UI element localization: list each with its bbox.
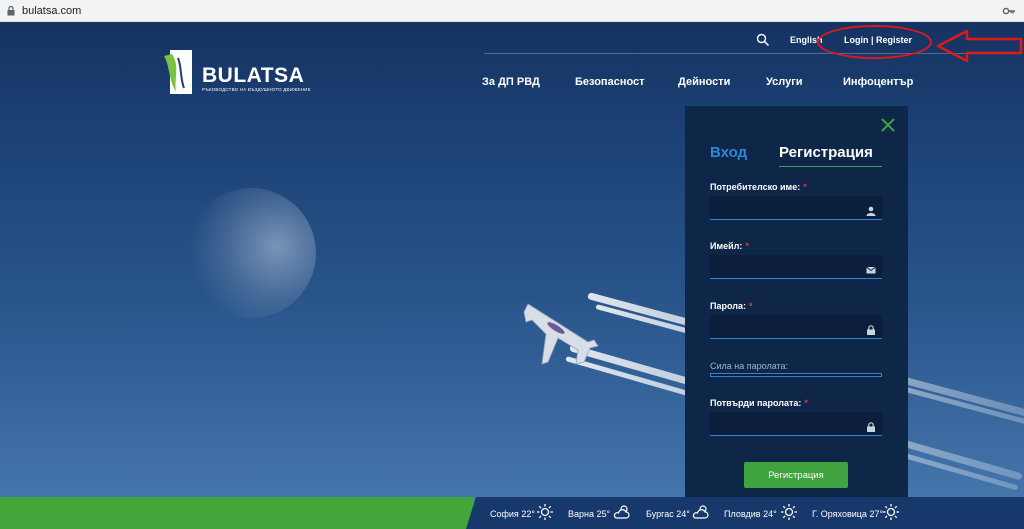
search-icon[interactable]: [756, 33, 772, 49]
weather-item: Г. Оряховица 27°: [812, 509, 884, 519]
email-label: Имейл: *: [710, 241, 749, 251]
logo-mark-icon: [164, 50, 192, 94]
logo-text: BULATSA: [202, 64, 305, 87]
envelope-icon: [866, 262, 876, 274]
bulatsa-logo[interactable]: BULATSA РЪКОВОДСТВО НА ВЪЗДУШНОТО ДВИЖЕН…: [160, 48, 320, 98]
confirm-password-label: Потвърди паролата: *: [710, 398, 808, 408]
lock-icon: [6, 5, 16, 16]
active-tab-underline: [779, 166, 882, 167]
close-icon[interactable]: [880, 117, 896, 133]
lock-icon: [866, 419, 876, 432]
logo-subtitle: РЪКОВОДСТВО НА ВЪЗДУШНОТО ДВИЖЕНИЕ: [202, 87, 311, 92]
email-field[interactable]: [710, 255, 882, 279]
nav-item-services[interactable]: Услуги: [766, 76, 803, 88]
sun-icon: [537, 504, 553, 520]
browser-address-bar: bulatsa.com: [0, 0, 1024, 22]
partly-cloudy-icon: [613, 505, 630, 519]
tab-login[interactable]: Вход: [710, 144, 747, 161]
weather-item: Варна 25°: [568, 509, 611, 519]
required-mark: *: [804, 398, 808, 408]
required-mark: *: [745, 241, 749, 251]
user-icon: [866, 203, 876, 216]
password-strength-meter: [710, 373, 882, 377]
nav-item-safety[interactable]: Безопасност: [575, 76, 645, 88]
annotation-arrow-icon: [936, 29, 1023, 63]
green-accent-bar: [0, 497, 474, 529]
moon-image: [186, 188, 316, 318]
nav-item-activities[interactable]: Дейности: [678, 76, 730, 88]
password-field[interactable]: [710, 315, 882, 339]
weather-item: Пловдив 24°: [724, 509, 777, 519]
sun-icon: [781, 504, 797, 520]
partly-cloudy-icon: [692, 505, 709, 519]
registration-panel: Вход Регистрация Потребителско име: * Име…: [685, 106, 908, 512]
username-label: Потребителско име: *: [710, 182, 807, 192]
weather-item: София 22°: [490, 509, 535, 519]
address-url[interactable]: bulatsa.com: [22, 5, 81, 17]
required-mark: *: [803, 182, 807, 192]
required-mark: *: [748, 301, 753, 311]
nav-item-about[interactable]: За ДП РВД: [482, 76, 540, 88]
nav-item-infocenter[interactable]: Инфоцентър: [843, 76, 913, 88]
password-label: Парола: *: [710, 301, 753, 311]
airplane-image: [523, 303, 599, 365]
register-button[interactable]: Регистрация: [744, 462, 848, 488]
weather-item: Бургас 24°: [646, 509, 690, 519]
username-field[interactable]: [710, 196, 882, 220]
lock-icon: [866, 322, 876, 335]
annotation-ellipse: [817, 25, 932, 59]
key-icon[interactable]: [1002, 4, 1016, 18]
tab-register[interactable]: Регистрация: [779, 144, 873, 161]
password-strength-label: Сила на паролата:: [710, 361, 789, 371]
sun-icon: [883, 504, 899, 520]
confirm-password-field[interactable]: [710, 412, 882, 436]
